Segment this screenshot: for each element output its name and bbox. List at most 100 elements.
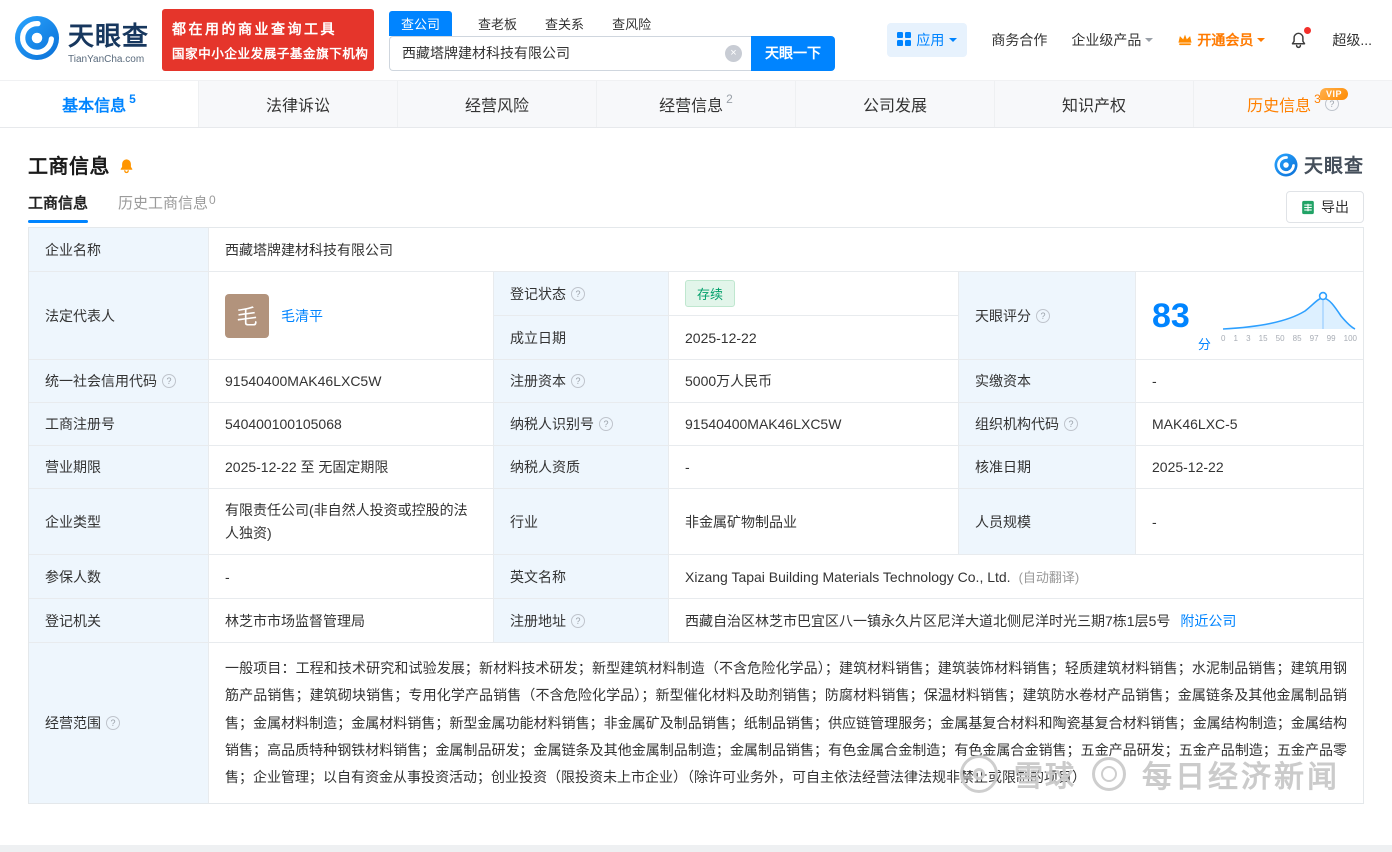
help-icon[interactable]: ?: [1036, 308, 1050, 323]
reg-number-label: 工商注册号: [29, 403, 209, 446]
brand-text: 天眼查: [1303, 156, 1364, 177]
search-tab-relation[interactable]: 查关系: [543, 11, 586, 36]
promo-line1: 都在用的商业查询工具: [172, 20, 338, 37]
notification-dot: [1304, 26, 1312, 34]
tab-operating-risk[interactable]: 经营风险: [397, 81, 596, 127]
nav-cooperation[interactable]: 商务合作: [991, 30, 1047, 50]
monitor-bell-icon[interactable]: [118, 156, 135, 174]
export-button[interactable]: 导出: [1286, 191, 1364, 223]
tab-basic-info[interactable]: 基本信息 5: [0, 81, 198, 127]
legal-rep-label: 法定代表人: [29, 272, 209, 360]
taxpayer-id-label: 纳税人识别号 ?: [494, 403, 669, 446]
search-button[interactable]: 天眼一下: [751, 35, 836, 71]
status-badge: 存续: [685, 280, 736, 307]
tab-count: 2: [726, 92, 733, 106]
reg-number-value: 540400100105068: [209, 403, 494, 446]
clear-icon[interactable]: ×: [725, 44, 743, 62]
business-scope-label: 经营范围 ?: [29, 643, 209, 804]
english-name-value: Xizang Tapai Building Materials Technolo…: [669, 555, 1363, 599]
nav-open-vip[interactable]: 开通会员: [1177, 30, 1266, 50]
open-vip-label: 开通会员: [1197, 32, 1254, 48]
subtab-business-info[interactable]: 工商信息: [28, 192, 89, 223]
taxpayer-quality-value: -: [669, 446, 959, 489]
credit-code-value: 91540400MAK46LXC5W: [209, 360, 494, 403]
header-right-nav: 应用 商务合作 企业级产品 开通会员 超级...: [887, 23, 1378, 57]
reg-authority-value: 林芝市市场监督管理局: [209, 599, 494, 643]
apps-menu[interactable]: 应用: [887, 23, 968, 57]
org-code-label: 组织机构代码 ?: [959, 403, 1136, 446]
taxpayer-quality-label: 纳税人资质: [494, 446, 669, 489]
tab-label: 历史信息: [1247, 98, 1312, 115]
tab-legal-proceedings[interactable]: 法律诉讼: [198, 81, 397, 127]
cooperation-label: 商务合作: [991, 32, 1048, 48]
business-term-label: 营业期限: [29, 446, 209, 489]
help-icon[interactable]: ?: [106, 716, 120, 731]
approval-date-value: 2025-12-22: [1136, 446, 1363, 489]
company-nav-tabs: 基本信息 5 法律诉讼 经营风险 经营信息 2 公司发展 知识产权 历史信息 3…: [0, 80, 1392, 128]
business-scope-value: 一般项目：工程和技术研究和试验发展；新材料技术研发；新型建筑材料制造（不含危险化…: [225, 660, 1347, 786]
enterprise-label: 企业级产品: [1071, 32, 1142, 48]
reg-status-value: 存续: [669, 272, 959, 316]
search-tab-boss[interactable]: 查老板: [476, 11, 519, 36]
business-info-table: 企业名称 西藏塔牌建材科技有限公司 法定代表人 毛 毛清平 登记状态 ? 存续 …: [28, 227, 1364, 805]
top-header: 天眼查 TianYanCha.com 都在用的商业查询工具 国家中小企业发展子基…: [0, 0, 1392, 80]
tianyancha-watermark-logo: 天眼查: [1274, 151, 1364, 178]
reg-address-label: 注册地址 ?: [494, 599, 669, 643]
subtab-history-business-info[interactable]: 历史工商信息0: [118, 192, 216, 223]
tianyancha-logo[interactable]: 天眼查 TianYanCha.com: [14, 15, 149, 66]
search-tab-risk[interactable]: 查风险: [610, 11, 653, 36]
legal-rep-value: 毛 毛清平: [209, 272, 494, 360]
subtab-count: 0: [209, 192, 216, 207]
nav-enterprise-products[interactable]: 企业级产品: [1071, 30, 1154, 50]
score-curve-chart: 0 1 3 15 50 85 97 99 100: [1221, 289, 1357, 343]
nearby-companies-link[interactable]: 附近公司: [1180, 611, 1236, 631]
chevron-down-icon: [949, 38, 958, 46]
help-icon[interactable]: ?: [571, 374, 585, 388]
company-type-label: 企业类型: [29, 489, 209, 555]
score-number: 83: [1152, 296, 1190, 335]
staff-size-value: -: [1136, 489, 1363, 555]
nav-super-vip[interactable]: 超级...: [1332, 30, 1372, 50]
tab-label: 公司发展: [862, 98, 927, 115]
super-vip-label: 超级...: [1332, 32, 1372, 48]
help-icon[interactable]: ?: [571, 613, 585, 628]
company-name-label: 企业名称: [29, 228, 209, 272]
crown-icon: [1177, 32, 1193, 49]
promo-line2: 国家中小企业发展子基金旗下机构: [172, 46, 369, 61]
credit-code-label: 统一社会信用代码 ?: [29, 360, 209, 403]
logo-title: 天眼查: [68, 20, 150, 51]
reg-capital-label: 注册资本 ?: [494, 360, 669, 403]
paid-capital-label: 实缴资本: [959, 360, 1136, 403]
tianyancha-logo-icon: [14, 15, 60, 66]
help-icon[interactable]: ?: [599, 417, 613, 431]
tab-operating-info[interactable]: 经营信息 2: [596, 81, 795, 127]
search-tab-company[interactable]: 查公司: [389, 10, 453, 36]
tab-label: 法律诉讼: [265, 98, 330, 115]
reg-capital-value: 5000万人民币: [669, 360, 959, 403]
bottom-strip: [0, 845, 1392, 852]
insured-count-value: -: [209, 555, 494, 599]
tab-history-info[interactable]: 历史信息 3 ? VIP: [1193, 81, 1392, 127]
vip-badge: VIP: [1319, 88, 1348, 100]
score-value[interactable]: 83 分 0 1 3 15 50 85 97 99 100: [1136, 272, 1363, 360]
english-name-label: 英文名称: [494, 555, 669, 599]
score-axis: 0 1 3 15 50 85 97 99 100: [1221, 333, 1357, 343]
industry-value: 非金属矿物制品业: [669, 489, 959, 555]
taxpayer-id-value: 91540400MAK46LXC5W: [669, 403, 959, 446]
apps-label: 应用: [916, 32, 945, 48]
auto-translate-note: (自动翻译): [1018, 570, 1080, 585]
notifications-bell[interactable]: [1289, 26, 1312, 52]
help-icon[interactable]: ?: [162, 374, 176, 388]
establish-date-label: 成立日期: [494, 316, 669, 360]
tab-intellectual-property[interactable]: 知识产权: [994, 81, 1193, 127]
legal-rep-link[interactable]: 毛清平: [281, 306, 323, 326]
tab-label: 基本信息: [62, 98, 127, 115]
legal-rep-avatar[interactable]: 毛: [225, 293, 269, 338]
score-label: 天眼评分 ?: [959, 272, 1136, 360]
tab-company-development[interactable]: 公司发展: [795, 81, 994, 127]
score-unit: 分: [1197, 337, 1211, 352]
help-icon[interactable]: ?: [571, 286, 585, 301]
main-content: 工商信息 天眼查 工商信息 历史工商信息0 导出 企业名称 西藏塔牌建材科技有限…: [0, 150, 1392, 805]
help-icon[interactable]: ?: [1064, 417, 1078, 431]
search-input[interactable]: [389, 35, 752, 71]
